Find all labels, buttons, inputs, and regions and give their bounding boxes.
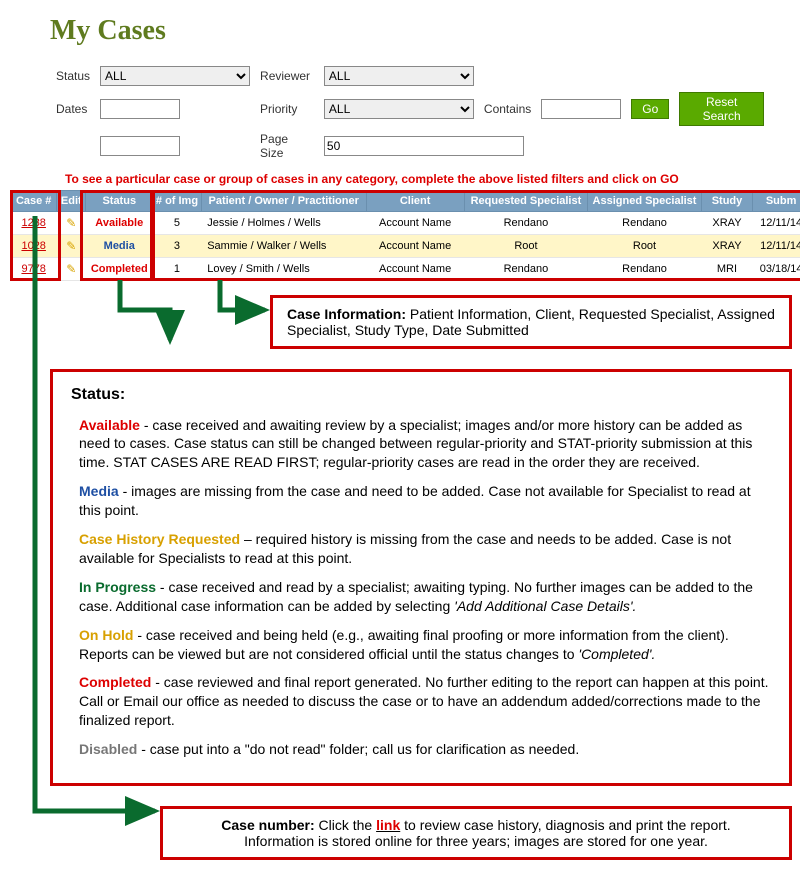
nimg-cell: 3 [153, 235, 201, 258]
status-item-label: In Progress [79, 579, 156, 595]
client-cell: Account Name [366, 258, 464, 281]
dates-label: Dates [56, 102, 87, 116]
col-edit[interactable]: Edit [57, 191, 86, 212]
go-button[interactable]: Go [631, 99, 669, 119]
pop-cell: Lovey / Smith / Wells [201, 258, 366, 281]
status-cell: Media [104, 240, 135, 252]
status-item-label: Disabled [79, 741, 137, 757]
nimg-cell: 5 [153, 212, 201, 235]
pop-cell: Jessie / Holmes / Wells [201, 212, 366, 235]
case-link[interactable]: 1028 [21, 240, 45, 252]
status-select[interactable]: ALL [100, 66, 250, 86]
reset-search-button[interactable]: Reset Search [679, 92, 764, 126]
aspec-cell: Rendano [588, 212, 701, 235]
reqspec-cell: Rendano [464, 212, 588, 235]
status-item-ital: 'Completed'. [578, 646, 655, 662]
table-row: 1028 ✎ Media 3Sammie / Walker / WellsAccoun… [11, 235, 800, 258]
case-number-pre: Click the [319, 817, 377, 833]
date-from-input[interactable] [100, 99, 180, 119]
status-item-label: Media [79, 483, 119, 499]
col-reqspec[interactable]: Requested Specialist [464, 191, 588, 212]
pop-cell: Sammie / Walker / Wells [201, 235, 366, 258]
grid-wrapper: Case # Edit Status # of Img Patient / Ow… [10, 190, 800, 280]
status-item-text: - case reviewed and final report generat… [79, 674, 769, 728]
priority-label: Priority [260, 102, 297, 116]
table-row: 9778 ✎ Completed 1Lovey / Smith / WellsAcco… [11, 258, 800, 281]
status-item-text: - case put into a "do not read" folder; … [137, 741, 579, 757]
col-case[interactable]: Case # [11, 191, 57, 212]
aspec-cell: Root [588, 235, 701, 258]
status-label: Status [56, 69, 90, 83]
pagesize-input[interactable] [324, 136, 524, 156]
status-item-label: Case History Requested [79, 531, 240, 547]
filter-note: To see a particular case or group of cas… [65, 172, 770, 186]
pencil-icon[interactable]: ✎ [66, 239, 76, 253]
status-item-label: On Hold [79, 627, 133, 643]
subm-cell: 12/11/14 [753, 212, 800, 235]
pencil-icon[interactable]: ✎ [66, 262, 76, 276]
study-cell: MRI [701, 258, 753, 281]
status-item: On Hold - case received and being held (… [79, 626, 771, 664]
status-cell: Available [95, 217, 143, 229]
status-item-text: - case received and awaiting review by a… [79, 417, 752, 471]
reqspec-cell: Rendano [464, 258, 588, 281]
priority-select[interactable]: ALL [324, 99, 474, 119]
pagesize-label: Page Size [260, 132, 288, 160]
status-item: Available - case received and awaiting r… [79, 416, 771, 473]
case-info-callout: Case Information: Patient Information, C… [270, 295, 792, 349]
reqspec-cell: Root [464, 235, 588, 258]
col-status[interactable]: Status [86, 191, 153, 212]
case-number-callout: Case number: Click the link to review ca… [160, 806, 792, 860]
status-item-text: - images are missing from the case and n… [79, 483, 751, 518]
client-cell: Account Name [366, 235, 464, 258]
study-cell: XRAY [701, 212, 753, 235]
contains-input[interactable] [541, 99, 621, 119]
status-item: Media - images are missing from the case… [79, 482, 771, 520]
study-cell: XRAY [701, 235, 753, 258]
col-subm[interactable]: Subm [753, 191, 800, 212]
col-study[interactable]: Study [701, 191, 753, 212]
col-aspec[interactable]: Assigned Specialist [588, 191, 701, 212]
subm-cell: 03/18/14 [753, 258, 800, 281]
col-client[interactable]: Client [366, 191, 464, 212]
reviewer-select[interactable]: ALL [324, 66, 474, 86]
page-title: My Cases [50, 15, 770, 47]
case-link[interactable]: 9778 [21, 263, 45, 275]
subm-cell: 12/11/14 [753, 235, 800, 258]
table-row: 1238 ✎ Available 5Jessie / Holmes / WellsAc… [11, 212, 800, 235]
contains-label: Contains [484, 102, 531, 116]
status-heading: Status: [71, 384, 771, 406]
case-number-label: Case number: [221, 817, 314, 833]
arrow-status [110, 280, 190, 350]
status-cell: Completed [91, 263, 148, 275]
client-cell: Account Name [366, 212, 464, 235]
case-number-line2: Information is stored online for three y… [244, 833, 708, 849]
case-info-label: Case Information: [287, 306, 406, 322]
col-nimg[interactable]: # of Img [153, 191, 201, 212]
status-item: Disabled - case put into a "do not read"… [79, 740, 771, 759]
status-callout: Status: Available - case received and aw… [50, 369, 792, 786]
status-item: In Progress - case received and read by … [79, 578, 771, 616]
pencil-icon[interactable]: ✎ [66, 216, 76, 230]
cases-grid: Case # Edit Status # of Img Patient / Ow… [10, 190, 800, 281]
status-item-text: - case received and read by a specialist… [79, 579, 753, 614]
col-pop[interactable]: Patient / Owner / Practitioner [201, 191, 366, 212]
case-link[interactable]: 1238 [21, 217, 45, 229]
filters-panel: Status ALL Reviewer ALL Dates Priority A… [50, 62, 770, 164]
date-to-input[interactable] [100, 136, 180, 156]
reviewer-label: Reviewer [260, 69, 310, 83]
aspec-cell: Rendano [588, 258, 701, 281]
status-item-label: Available [79, 417, 140, 433]
status-item: Completed - case reviewed and final repo… [79, 673, 771, 730]
status-item: Case History Requested – required histor… [79, 530, 771, 568]
status-item-label: Completed [79, 674, 151, 690]
case-number-link-word: link [376, 817, 400, 833]
nimg-cell: 1 [153, 258, 201, 281]
case-number-post: to review case history, diagnosis and pr… [404, 817, 731, 833]
status-item-ital: 'Add Additional Case Details'. [454, 598, 636, 614]
